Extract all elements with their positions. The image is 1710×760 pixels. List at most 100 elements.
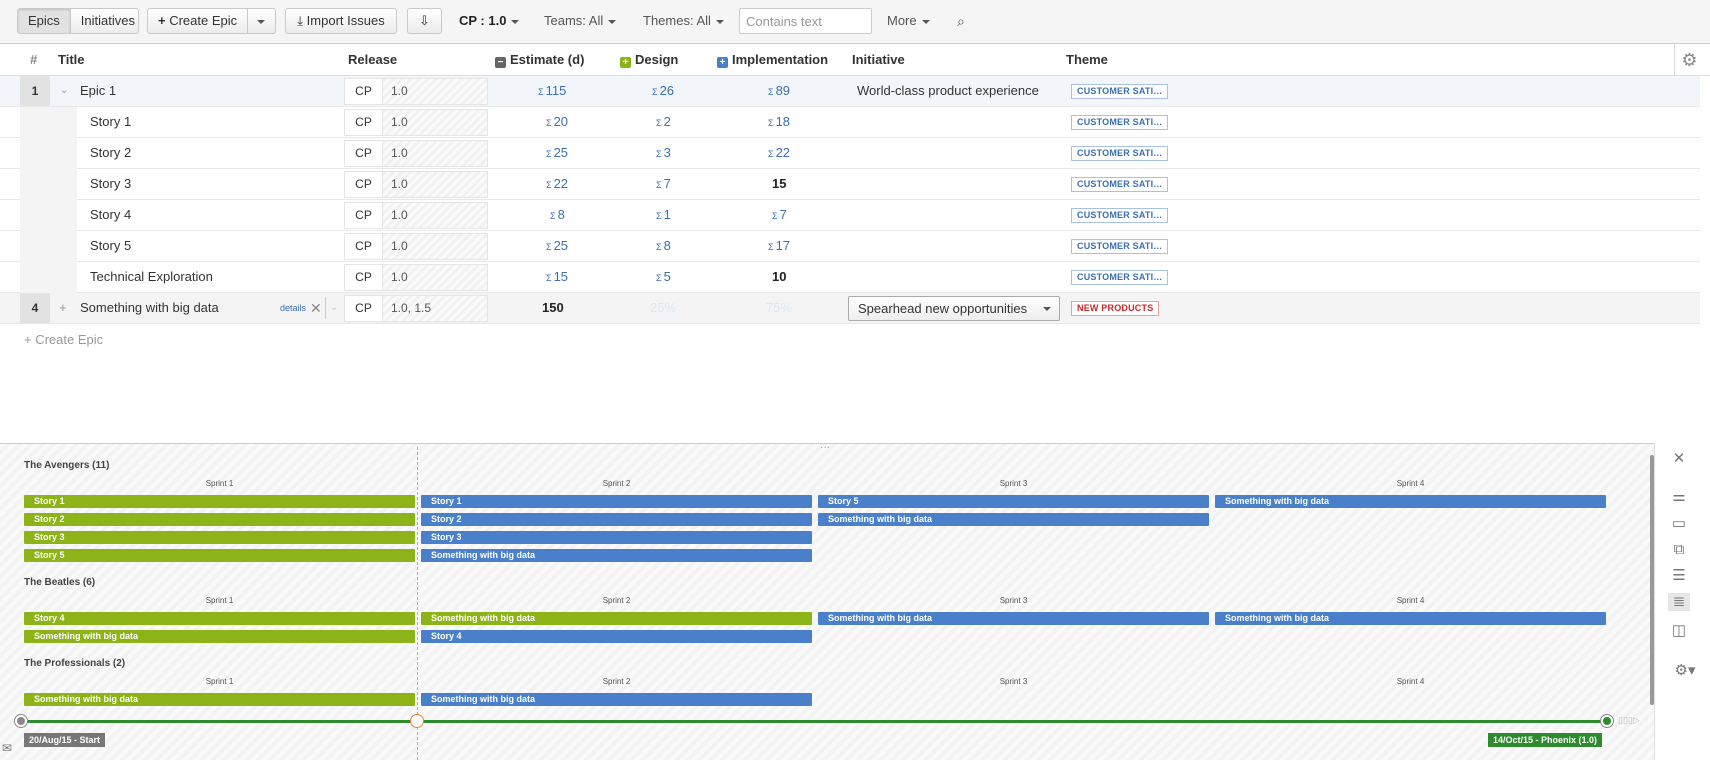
- gear-icon[interactable]: ⚙▾: [1668, 662, 1702, 680]
- import-issues-button[interactable]: ⤓ Import Issues: [285, 8, 397, 34]
- table-row[interactable]: 1 ⌄ Epic 1 CP 1.0 Σ 115 Σ 26 Σ 89 World-clas…: [0, 76, 1700, 107]
- close-icon[interactable]: ✕: [310, 293, 322, 323]
- timeline-bar[interactable]: Something with big data: [818, 513, 1209, 526]
- release-field[interactable]: CP 1.0: [344, 78, 488, 105]
- search-icon[interactable]: ⌕: [957, 8, 965, 34]
- tree-icon[interactable]: ☰: [1668, 567, 1690, 585]
- impl-value[interactable]: 10: [772, 262, 786, 292]
- today-knob[interactable]: [411, 715, 423, 727]
- col-release[interactable]: Release: [348, 44, 397, 76]
- release-filter[interactable]: CP : 1.0: [459, 8, 520, 34]
- theme-badge[interactable]: NEW PRODUCTS: [1071, 301, 1160, 316]
- table-row[interactable]: Story 4 CP 1.0 Σ8 Σ1 Σ7 CUSTOMER SATI…: [0, 200, 1700, 231]
- timeline-bar[interactable]: Something with big data: [818, 612, 1209, 625]
- timeline-bar[interactable]: Something with big data: [1215, 612, 1606, 625]
- table-row[interactable]: Story 5 CP 1.0 Σ 25 Σ8 Σ 17 CUSTOMER SATI…: [0, 231, 1700, 262]
- epic-title[interactable]: Epic 1: [80, 76, 116, 106]
- theme-badge[interactable]: CUSTOMER SATI…: [1071, 115, 1169, 130]
- create-epic-dropdown[interactable]: [247, 9, 273, 33]
- timeline-bar[interactable]: Story 3: [24, 531, 415, 544]
- table-row[interactable]: 4 + Something with big data details ✕ ⌄ …: [0, 293, 1700, 324]
- collapse-icon[interactable]: −: [495, 57, 506, 68]
- timeline-bar[interactable]: Story 5: [24, 549, 415, 562]
- sliders-icon[interactable]: ⚌: [1668, 488, 1690, 506]
- timeline-bar[interactable]: Something with big data: [421, 612, 812, 625]
- settings-gear-icon[interactable]: ⚙: [1674, 44, 1704, 76]
- details-link[interactable]: details: [280, 293, 306, 323]
- table-row[interactable]: Story 1 CP 1.0 Σ 20 Σ2 Σ 18 CUSTOMER SATI…: [0, 107, 1700, 138]
- timeline-bar[interactable]: Story 1: [421, 495, 812, 508]
- timeline-bar[interactable]: Story 5: [818, 495, 1209, 508]
- stacked-boxes-icon[interactable]: ⧉: [1668, 541, 1690, 559]
- col-implementation[interactable]: + Implementation: [717, 44, 828, 76]
- timeline-bar[interactable]: Story 3: [421, 531, 812, 544]
- initiative-select[interactable]: Spearhead new opportunities: [848, 296, 1060, 321]
- timeline-bar[interactable]: Something with big data: [24, 630, 415, 643]
- release-field[interactable]: CP 1.0: [344, 171, 488, 198]
- story-title[interactable]: Technical Exploration: [90, 262, 213, 292]
- release-field[interactable]: CP 1.0: [344, 109, 488, 136]
- timeline-bar[interactable]: Something with big data: [24, 693, 415, 706]
- more-menu[interactable]: More: [887, 8, 930, 34]
- release-field[interactable]: CP 1.0: [344, 264, 488, 291]
- timeline-bar[interactable]: Story 2: [421, 513, 812, 526]
- release-field[interactable]: CP 1.0, 1.5: [344, 295, 488, 322]
- story-title[interactable]: Story 4: [90, 200, 131, 230]
- tab-initiatives[interactable]: Initiatives: [69, 9, 138, 33]
- timeline-bar[interactable]: Something with big data: [421, 549, 812, 562]
- create-epic-main[interactable]: + Create Epic: [148, 9, 247, 33]
- col-title[interactable]: Title: [58, 44, 85, 76]
- theme-badge[interactable]: CUSTOMER SATI…: [1071, 84, 1169, 99]
- resize-grip-icon[interactable]: ···: [820, 442, 830, 453]
- theme-badge[interactable]: CUSTOMER SATI…: [1071, 177, 1169, 192]
- card-icon[interactable]: ▭: [1668, 515, 1690, 533]
- col-initiative[interactable]: Initiative: [852, 44, 905, 76]
- tab-epics[interactable]: Epics: [18, 9, 70, 33]
- download-button[interactable]: ⇩: [407, 8, 442, 34]
- impl-value[interactable]: 15: [772, 169, 786, 199]
- col-estimate[interactable]: − Estimate (d): [495, 44, 584, 76]
- initiative-value[interactable]: World-class product experience: [857, 76, 1039, 106]
- expand-icon[interactable]: +: [620, 57, 631, 68]
- theme-badge[interactable]: CUSTOMER SATI…: [1071, 146, 1169, 161]
- teams-filter[interactable]: Teams: All: [544, 8, 617, 34]
- table-row[interactable]: Technical Exploration CP 1.0 Σ 15 Σ5 10 CU…: [0, 262, 1700, 293]
- story-title[interactable]: Story 2: [90, 138, 131, 168]
- timeline-bar[interactable]: Story 1: [24, 495, 415, 508]
- chevron-down-icon[interactable]: ⌄: [325, 297, 338, 319]
- search-input[interactable]: [739, 8, 872, 34]
- expand-plus-icon[interactable]: +: [59, 293, 67, 323]
- release-field[interactable]: CP 1.0: [344, 140, 488, 167]
- timeline-bar[interactable]: Something with big data: [421, 693, 812, 706]
- story-title[interactable]: Story 5: [90, 231, 131, 261]
- release-field[interactable]: CP 1.0: [344, 233, 488, 260]
- story-title[interactable]: Story 3: [90, 169, 131, 199]
- timeline-bar[interactable]: Something with big data: [1215, 495, 1606, 508]
- themes-filter[interactable]: Themes: All: [643, 8, 724, 34]
- list-view-icon[interactable]: ≣: [1668, 593, 1690, 611]
- col-design[interactable]: + Design: [620, 44, 678, 76]
- col-theme[interactable]: Theme: [1066, 44, 1108, 76]
- release-field[interactable]: CP 1.0: [344, 202, 488, 229]
- epic-title[interactable]: Something with big data: [80, 293, 219, 323]
- columns-icon[interactable]: ◫: [1668, 622, 1690, 640]
- close-icon[interactable]: ✕: [1668, 450, 1690, 468]
- create-epic-button[interactable]: + Create Epic: [147, 8, 276, 34]
- mail-icon[interactable]: ✉: [2, 741, 12, 755]
- theme-badge[interactable]: CUSTOMER SATI…: [1071, 270, 1169, 285]
- start-knob[interactable]: [15, 715, 27, 727]
- create-epic-link[interactable]: + Create Epic: [24, 332, 103, 347]
- estimate-value[interactable]: 150: [542, 293, 564, 323]
- timeline-bar[interactable]: Story 4: [24, 612, 415, 625]
- collapse-chevron-icon[interactable]: ⌄: [60, 76, 68, 106]
- expand-icon[interactable]: +: [717, 57, 728, 68]
- table-row[interactable]: Story 2 CP 1.0 Σ 25 Σ3 Σ 22 CUSTOMER SATI…: [0, 138, 1700, 169]
- timeline-bar[interactable]: Story 4: [421, 630, 812, 643]
- table-row[interactable]: Story 3 CP 1.0 Σ 22 Σ7 15 CUSTOMER SATI…: [0, 169, 1700, 200]
- end-knob[interactable]: [1601, 715, 1613, 727]
- timeline-bar[interactable]: Story 2: [24, 513, 415, 526]
- timeline-scrollbar[interactable]: [1650, 455, 1654, 705]
- theme-badge[interactable]: CUSTOMER SATI…: [1071, 239, 1169, 254]
- theme-badge[interactable]: CUSTOMER SATI…: [1071, 208, 1169, 223]
- story-title[interactable]: Story 1: [90, 107, 131, 137]
